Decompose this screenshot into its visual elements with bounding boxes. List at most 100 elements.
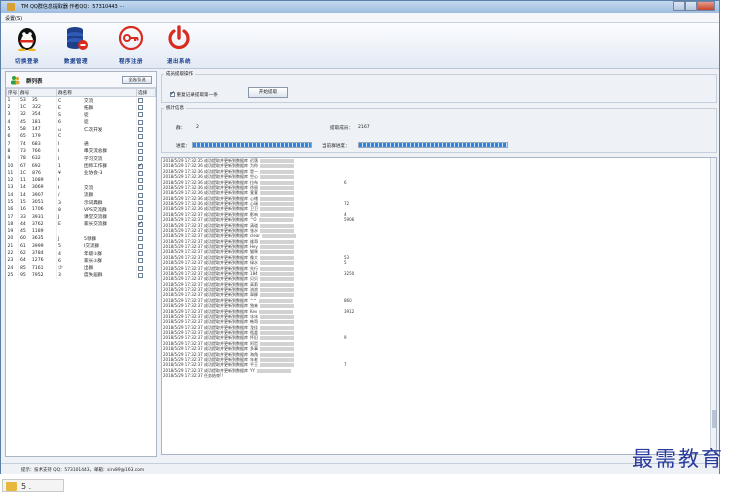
row-number: 23 [6, 257, 19, 265]
menu-bar: 设置(S) [1, 13, 719, 23]
row-number: 6 [6, 133, 19, 141]
row-checkbox[interactable] [138, 272, 143, 278]
row-checkbox[interactable] [138, 105, 143, 111]
row-checkbox[interactable] [138, 162, 143, 169]
row-checkbox[interactable] [138, 221, 143, 227]
table-row[interactable]: 6 65 179 C [6, 133, 156, 141]
table-row[interactable]: 23 64 1276 6 家长①群 [6, 257, 156, 265]
menu-settings[interactable]: 设置(S) [5, 15, 22, 22]
log-line-member: 清道 [250, 222, 259, 228]
close-button[interactable] [697, 1, 715, 11]
row-number: 7 [6, 140, 19, 148]
table-row[interactable]: 20 60 3635 J 5领群 [6, 235, 156, 243]
row-checkbox[interactable] [138, 229, 143, 235]
row-checkbox[interactable] [138, 119, 143, 125]
table-row[interactable]: 18 44 3762 E 家长交流群 [6, 220, 156, 229]
row-checkbox[interactable] [138, 127, 143, 133]
minimize-button[interactable] [673, 1, 685, 11]
select-cell [136, 162, 156, 170]
table-row[interactable]: 13 14 3069 I 交流 [6, 184, 156, 192]
row-checkbox[interactable] [138, 185, 143, 191]
table-row[interactable]: 14 14 3907 / 流群 [6, 191, 156, 199]
row-checkbox[interactable] [138, 243, 143, 249]
row-checkbox[interactable] [138, 258, 143, 264]
total-progress-fill [193, 143, 311, 147]
table-row[interactable]: 4 45 181 6 徒 [6, 118, 156, 126]
col-group-id[interactable]: 群号 [18, 88, 57, 97]
group-id-prefix: 1C [20, 105, 27, 111]
log-line-text: 2018/5/29 17:32:37 成功提取并更新到数据库 [163, 319, 249, 325]
group-id-suffix: 3635 [31, 236, 44, 242]
col-group-name[interactable]: 群名称 [56, 88, 137, 97]
table-row[interactable]: 10 67 692 1 团师工作群 [6, 162, 156, 170]
group-id-cell: 78 632 [18, 155, 57, 163]
row-number: 25 [6, 271, 19, 280]
row-checkbox[interactable] [138, 236, 143, 242]
log-scroll-thumb[interactable] [712, 410, 716, 428]
table-row[interactable]: 5 58 147 u 仁次开发 [6, 125, 156, 134]
table-row[interactable]: 2 1C 322 E 拓群 [6, 104, 156, 112]
toolbar: 切换登录 数据管理 程序注册 退出系统 [1, 23, 719, 69]
group-id-prefix: 44 [20, 221, 26, 227]
table-row[interactable]: 16 16 1706 8 VPS交流群 [6, 206, 156, 214]
data-manage-button[interactable]: 数据管理 [56, 25, 96, 67]
group-id-cell: 67 692 [18, 162, 57, 170]
group-name-cell: I通 [56, 140, 137, 148]
total-progress-bar [192, 142, 312, 148]
row-checkbox[interactable] [138, 98, 143, 103]
table-row[interactable]: 22 62 3784 4 年级①群 [6, 249, 156, 258]
table-row[interactable]: 12 11 1089 I [6, 176, 156, 185]
row-checkbox[interactable] [138, 214, 143, 220]
table-row[interactable]: 11 1C 876 ¥ 业协会-3 [6, 169, 156, 177]
log-line-text: 2018/5/29 17:32:37 成功提取并更新到数据库 [163, 249, 249, 255]
log-scrollbar[interactable] [710, 158, 716, 454]
dedupe-checkbox[interactable] [170, 90, 175, 97]
row-checkbox[interactable] [138, 178, 143, 184]
select-toggle-button[interactable]: 全选/反选 [122, 76, 152, 84]
table-row[interactable]: 1 53 35 C 交流 [6, 96, 156, 104]
row-checkbox[interactable] [138, 141, 143, 147]
row-checkbox[interactable] [138, 207, 143, 213]
group-name: 徒 [84, 112, 89, 118]
group-name-prefix: 3 [58, 200, 61, 206]
row-checkbox[interactable] [138, 200, 143, 205]
row-checkbox[interactable] [138, 112, 143, 118]
row-checkbox[interactable] [138, 192, 143, 198]
row-checkbox[interactable] [138, 170, 143, 176]
table-row[interactable]: 7 74 683 I 通 [6, 140, 156, 148]
row-checkbox[interactable] [138, 251, 143, 257]
group-name: 学习交流 [84, 156, 103, 162]
exit-system-button[interactable]: 退出系统 [159, 25, 199, 67]
table-row[interactable]: 24 85 7161 少 出群 [6, 264, 156, 272]
switch-login-button[interactable]: 切换登录 [7, 25, 47, 67]
table-row[interactable]: 15 15 3051 3 示词典群 [6, 198, 156, 207]
row-checkbox[interactable] [138, 156, 143, 162]
dedupe-option[interactable]: 重复记录提取第一条 [170, 90, 218, 98]
power-icon [168, 25, 190, 50]
table-row[interactable]: 25 95 7952 3 度失届群 [6, 271, 156, 280]
group-name-prefix: 1 [58, 164, 61, 170]
row-checkbox[interactable] [138, 134, 143, 140]
log-line-member: 先行 [250, 265, 259, 271]
group-id-cell: 45 1189 [18, 228, 57, 236]
table-row[interactable]: 9 78 632 I 学习交流 [6, 155, 156, 163]
group-name-prefix: 少 [58, 266, 63, 272]
table-row[interactable]: 19 45 1189 [6, 228, 156, 236]
program-register-button[interactable]: 程序注册 [111, 25, 151, 67]
group-name-prefix: I [58, 185, 60, 191]
start-extract-button[interactable]: 开始提取 [248, 87, 288, 98]
table-row[interactable]: 3 32 354 S 徒 [6, 111, 156, 119]
row-number: 20 [6, 235, 19, 243]
col-select[interactable]: 选择 [136, 88, 156, 97]
current-progress-bar [358, 142, 508, 148]
row-checkbox[interactable] [138, 148, 143, 154]
table-row[interactable]: 21 61 3999 5 I交流群 [6, 242, 156, 250]
log-output[interactable]: 2018/5/29 17:32:35 成功提取并更新到数据库 迟落 2018/5/2… [161, 157, 717, 455]
maximize-button[interactable] [685, 1, 697, 11]
table-row[interactable]: 8 73 766 I 串交流总群 [6, 147, 156, 156]
log-line-text: 2018/5/29 17:32:37 成功提取并更新到数据库 [163, 297, 249, 303]
taskbar-item[interactable]: 5 . [2, 479, 64, 492]
col-no[interactable]: 序号 [6, 88, 19, 97]
table-row[interactable]: 17 33 3931 J 课堂交流群 [6, 213, 156, 221]
row-checkbox[interactable] [138, 265, 143, 271]
